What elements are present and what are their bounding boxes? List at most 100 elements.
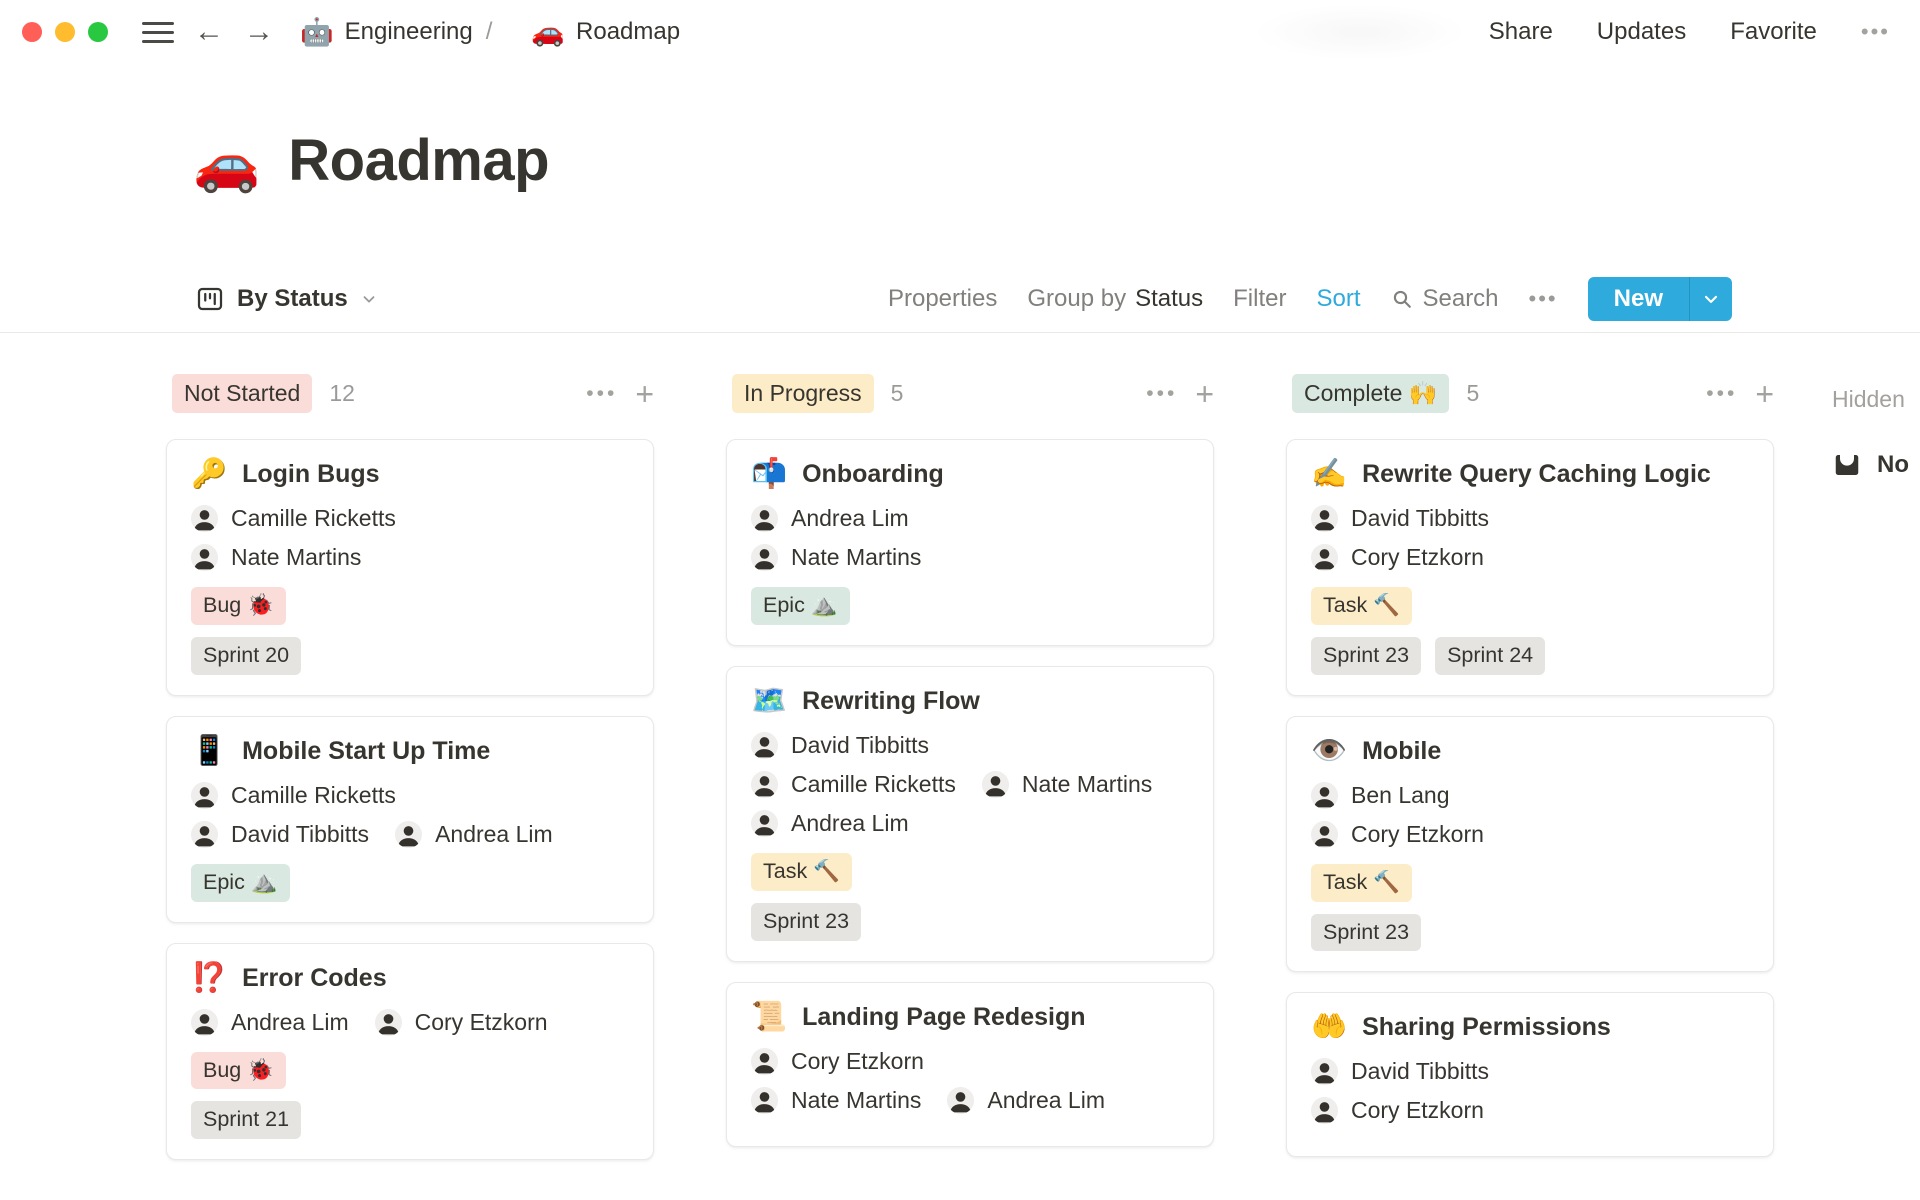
tag-row: Task 🔨	[751, 852, 1189, 891]
person-name: Cory Etzkorn	[414, 1008, 548, 1035]
filter-button[interactable]: Filter	[1233, 285, 1286, 313]
person-david-tibbitts: David Tibbitts	[1311, 1058, 1490, 1086]
person-name: David Tibbitts	[1351, 1058, 1490, 1085]
avatar	[1311, 1058, 1338, 1086]
card-landing-page-redesign[interactable]: 📜 Landing Page Redesign Cory Etzkorn Nate M…	[726, 981, 1214, 1147]
column-more-icon[interactable]: •••	[1706, 382, 1737, 406]
card-rewriting-flow[interactable]: 🗺️ Rewriting Flow David Tibbitts Camille Ri…	[726, 665, 1214, 962]
column-header: Not Started 12 ••• +	[166, 374, 654, 414]
person-andrea-lim: Andrea Lim	[751, 504, 909, 532]
updates-button[interactable]: Updates	[1597, 18, 1686, 46]
toolbar-more-icon[interactable]: •••	[1529, 286, 1558, 312]
tag-row: Epic ⛰️	[751, 586, 1189, 625]
card-mobile[interactable]: 👁️ Mobile Ben Lang Cory Etzkorn Task 🔨 Sprint…	[1286, 715, 1774, 973]
zoom-window-button[interactable]	[88, 22, 108, 42]
breadcrumb-roadmap[interactable]: 🚗 Roadmap	[531, 18, 680, 46]
column-status-badge[interactable]: Complete 🙌	[1292, 374, 1450, 414]
column-more-icon[interactable]: •••	[586, 382, 617, 406]
hidden-label[interactable]: Hidden	[1832, 380, 1920, 418]
new-button[interactable]: New	[1588, 277, 1689, 321]
person-name: Andrea Lim	[231, 1008, 349, 1035]
group-by-button[interactable]: Group by Status	[1027, 285, 1203, 313]
avatar	[947, 1086, 975, 1114]
new-dropdown-button[interactable]	[1689, 276, 1732, 321]
person-row: David Tibbitts	[751, 731, 1189, 759]
tag-row: Sprint 23	[751, 902, 1189, 941]
new-button-group: New	[1587, 276, 1732, 321]
person-row: Camille Ricketts	[191, 781, 629, 809]
column-not-started: Not Started 12 ••• + 🔑 Login Bugs Camille Rick…	[166, 374, 654, 1181]
tag-sprint-21: Sprint 21	[191, 1101, 302, 1140]
card-sharing-permissions[interactable]: 🤲 Sharing Permissions David Tibbitts Cory E…	[1286, 992, 1774, 1158]
person-row: Cory Etzkorn	[1311, 543, 1749, 571]
avatar	[191, 781, 218, 809]
sidebar-menu-icon[interactable]	[142, 16, 174, 49]
tag-task: Task 🔨	[1311, 863, 1412, 902]
card-mobile-start-up-time[interactable]: 📱 Mobile Start Up Time Camille Ricketts Dav…	[166, 715, 654, 923]
column-more-icon[interactable]: •••	[1146, 382, 1177, 406]
person-row: Cory Etzkorn	[1311, 820, 1749, 848]
person-row: Cory Etzkorn	[751, 1047, 1189, 1075]
person-camille-ricketts: Camille Ricketts	[191, 504, 396, 532]
close-window-button[interactable]	[22, 22, 42, 42]
avatar	[751, 809, 778, 837]
tag-row: Task 🔨	[1311, 586, 1749, 625]
tag-bug: Bug 🐞	[191, 586, 286, 625]
person-row: David Tibbitts Andrea Lim	[191, 820, 629, 848]
card-onboarding[interactable]: 📬 Onboarding Andrea Lim Nate Martins Epic ⛰️	[726, 438, 1214, 646]
card-login-bugs[interactable]: 🔑 Login Bugs Camille Ricketts Nate Martins B…	[166, 438, 654, 696]
favorite-button[interactable]: Favorite	[1730, 18, 1817, 46]
person-cory-etzkorn: Cory Etzkorn	[751, 1047, 924, 1075]
person-name: Nate Martins	[791, 543, 922, 570]
tag-sprint-23: Sprint 23	[751, 902, 862, 941]
back-icon[interactable]: ←	[194, 17, 224, 47]
more-options-icon[interactable]: •••	[1861, 19, 1890, 45]
properties-button[interactable]: Properties	[888, 285, 997, 313]
hidden-group-no-status[interactable]: No	[1832, 450, 1920, 480]
person-name: Ben Lang	[1351, 781, 1450, 808]
eye-icon: 👁️	[1311, 734, 1348, 767]
column-add-icon[interactable]: +	[1195, 378, 1214, 410]
avatar	[751, 504, 778, 532]
column-count: 12	[329, 380, 355, 407]
card-title: 📬 Onboarding	[751, 459, 1189, 489]
card-rewrite-query-caching-logic[interactable]: ✍️ Rewrite Query Caching Logic David Tibbi…	[1286, 438, 1774, 696]
column-status-badge[interactable]: Not Started	[172, 374, 313, 414]
page-icon-car[interactable]: 🚗	[193, 134, 260, 194]
page-title[interactable]: Roadmap	[288, 128, 549, 195]
person-row: Cory Etzkorn	[1311, 1097, 1749, 1125]
tag-epic: Epic ⛰️	[191, 863, 290, 902]
tag-row: Sprint 21	[191, 1101, 629, 1140]
tag-row: Bug 🐞	[191, 1051, 629, 1090]
minimize-window-button[interactable]	[55, 22, 75, 42]
card-title-text: Login Bugs	[242, 459, 380, 488]
card-error-codes[interactable]: ⁉️ Error Codes Andrea Lim Cory Etzkorn Bug 🐞…	[166, 942, 654, 1161]
column-add-icon[interactable]: +	[635, 378, 654, 410]
avatar	[1311, 504, 1338, 532]
forward-icon[interactable]: →	[244, 17, 274, 47]
sort-button[interactable]: Sort	[1316, 285, 1360, 313]
column-status-badge[interactable]: In Progress	[732, 374, 874, 414]
tag-row: Sprint 23	[1311, 913, 1749, 952]
card-title-text: Error Codes	[242, 963, 387, 992]
share-button[interactable]: Share	[1489, 18, 1553, 46]
tag-sprint-23: Sprint 23	[1311, 636, 1422, 675]
search-button[interactable]: Search	[1390, 285, 1499, 313]
person-cory-etzkorn: Cory Etzkorn	[1311, 543, 1484, 571]
person-cory-etzkorn: Cory Etzkorn	[1311, 820, 1484, 848]
person-name: Cory Etzkorn	[1351, 1097, 1484, 1124]
tag-row: Sprint 23 Sprint 24	[1311, 636, 1749, 675]
robot-icon: 🤖	[300, 16, 334, 47]
board-view-icon	[197, 287, 223, 310]
inbox-tray-icon	[1832, 450, 1862, 480]
avatar	[191, 820, 218, 848]
card-title: 📱 Mobile Start Up Time	[191, 736, 629, 766]
view-tab-by-status[interactable]: By Status	[195, 284, 378, 314]
toolbar-divider	[0, 331, 1920, 333]
breadcrumb-engineering[interactable]: 🤖 Engineering	[300, 18, 473, 46]
column-add-icon[interactable]: +	[1755, 378, 1774, 410]
person-row: Camille Ricketts Nate Martins	[751, 770, 1189, 798]
avatar	[751, 1047, 778, 1075]
avatar	[191, 543, 218, 571]
group-by-value: Status	[1135, 284, 1204, 312]
